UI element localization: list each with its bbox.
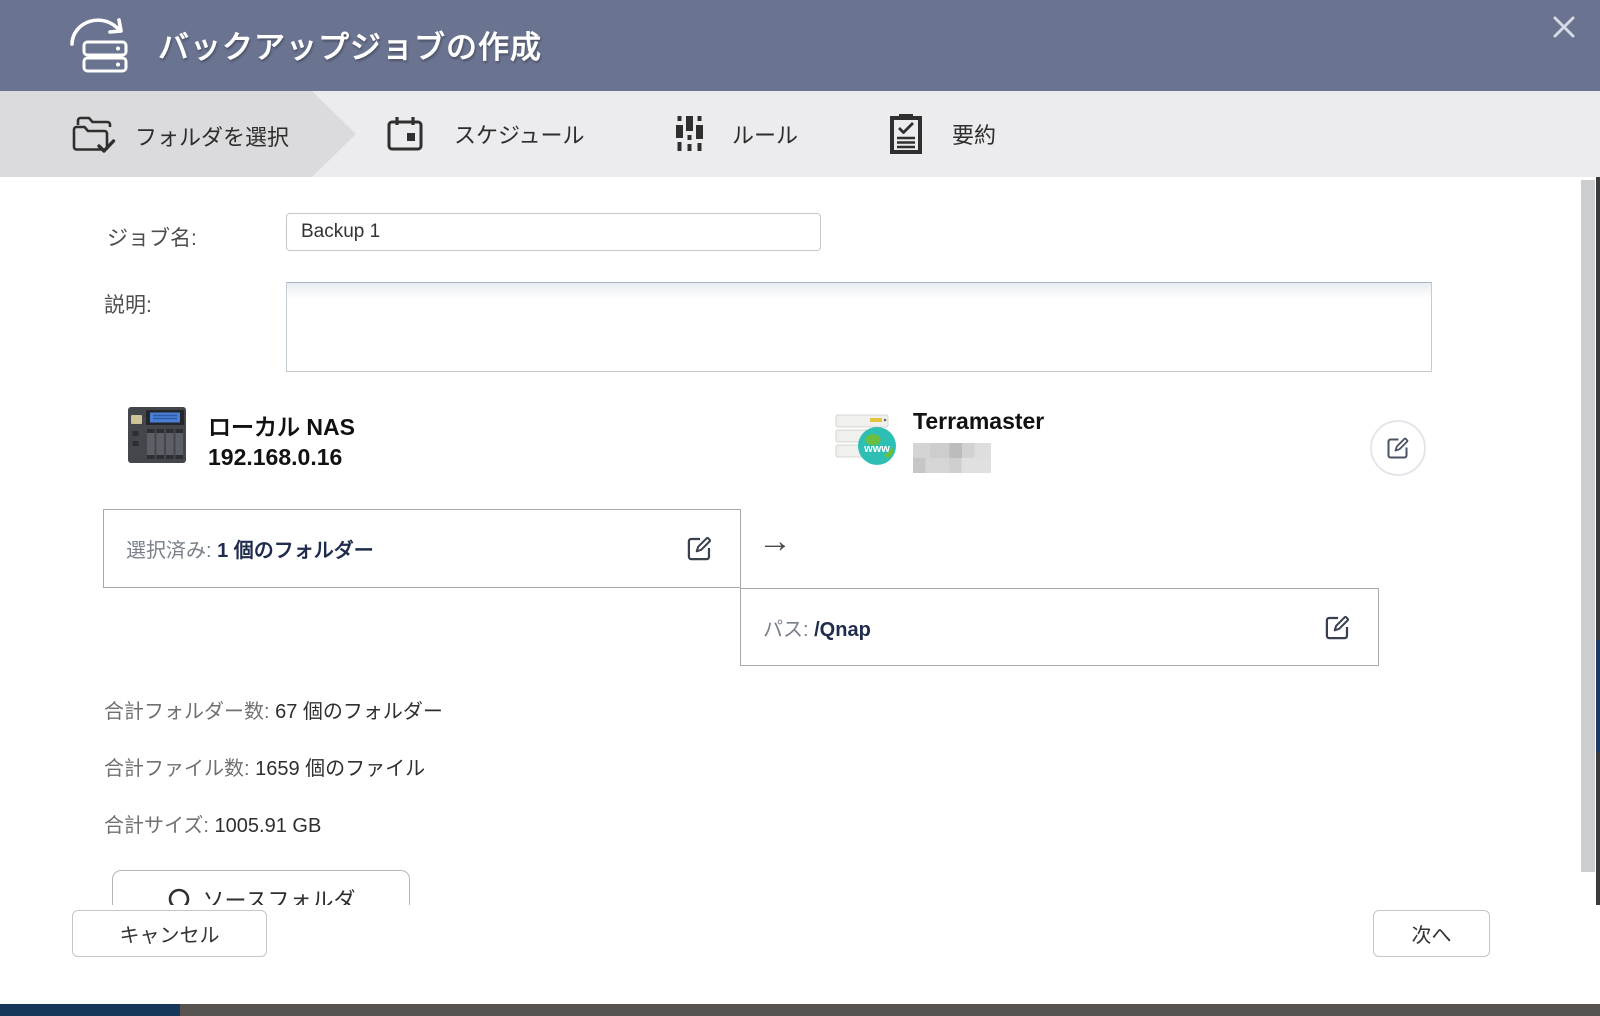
job-name-label: ジョブ名:: [107, 222, 197, 252]
description-label: 説明:: [104, 289, 152, 319]
folders-check-icon: [70, 113, 120, 157]
edit-path-icon[interactable]: [1323, 613, 1352, 642]
total-files-value: 1659 個のファイル: [255, 758, 425, 780]
taskbar-strip: [0, 1004, 1600, 1016]
svg-text:www: www: [863, 443, 890, 455]
path-value: /Qnap: [814, 619, 871, 641]
step-rules-label: ルール: [732, 118, 798, 150]
transfer-arrow-icon: →: [758, 522, 792, 561]
close-icon[interactable]: [1546, 10, 1582, 44]
total-size-value: 1005.91 GB: [215, 815, 322, 837]
circle-icon: [167, 887, 191, 905]
destination-name: Terramaster: [913, 408, 1044, 435]
destination-path-box: パス: /Qnap: [740, 588, 1379, 666]
description-textarea[interactable]: [286, 282, 1432, 372]
dialog-titlebar: バックアップジョブの作成: [0, 0, 1600, 91]
sliders-icon: [674, 115, 704, 153]
clipboard-check-icon: [888, 113, 924, 155]
next-button[interactable]: 次へ: [1373, 910, 1490, 957]
step-select-folder-label[interactable]: フォルダを選択: [135, 120, 289, 152]
selection-label: 選択済み:: [126, 540, 212, 562]
source-selection-text: 選択済み: 1 個のフォルダー: [126, 534, 374, 563]
selection-value: 1 個のフォルダー: [217, 540, 374, 562]
source-ip: 192.168.0.16: [208, 444, 342, 471]
step-schedule-label: スケジュール: [454, 118, 584, 150]
backup-job-dialog: バックアップジョブの作成 フォルダを選択: [0, 0, 1600, 1016]
destination-address-redacted: [913, 443, 991, 473]
destination-path-text: パス: /Qnap: [763, 613, 871, 642]
wizard-stepbar: フォルダを選択 スケジュール: [0, 91, 1600, 177]
job-name-input[interactable]: [286, 213, 821, 251]
total-size-stat: 合計サイズ: 1005.91 GB: [104, 809, 321, 838]
total-files-label: 合計ファイル数:: [104, 758, 250, 780]
total-files-stat: 合計ファイル数: 1659 個のファイル: [104, 752, 425, 781]
total-folders-stat: 合計フォルダー数: 67 個のフォルダー: [104, 695, 443, 724]
nas-tower-icon: [126, 405, 188, 465]
taskbar-navy-segment: [0, 1004, 180, 1016]
calendar-icon: [386, 115, 424, 153]
total-size-label: 合計サイズ:: [104, 815, 209, 837]
step-rules[interactable]: ルール: [674, 91, 798, 177]
path-label: パス:: [763, 619, 809, 641]
dialog-title: バックアップジョブの作成: [158, 22, 542, 67]
source-folder-button-clipped[interactable]: ソースフォルダ: [112, 870, 410, 905]
cancel-button[interactable]: キャンセル: [72, 910, 267, 957]
vertical-scrollbar[interactable]: [1581, 180, 1595, 872]
source-name: ローカル NAS: [208, 408, 355, 442]
step-schedule[interactable]: スケジュール: [386, 91, 584, 177]
edit-destination-button[interactable]: [1370, 420, 1426, 476]
window-right-edge: [1596, 177, 1600, 1016]
wizard-content: ジョブ名: 説明:: [0, 177, 1600, 905]
total-folders-value: 67 個のフォルダー: [275, 701, 443, 723]
backup-nas-icon: [62, 14, 136, 76]
source-selection-box: 選択済み: 1 個のフォルダー: [103, 509, 741, 588]
total-folders-label: 合計フォルダー数:: [104, 701, 270, 723]
dialog-footer: キャンセル 次へ: [0, 905, 1600, 1004]
edit-selection-icon[interactable]: [685, 534, 714, 563]
step-summary[interactable]: 要約: [888, 91, 996, 177]
step-summary-label: 要約: [952, 118, 996, 150]
server-globe-www-icon: www: [834, 405, 900, 467]
source-folder-button-label: ソースフォルダ: [203, 883, 356, 905]
